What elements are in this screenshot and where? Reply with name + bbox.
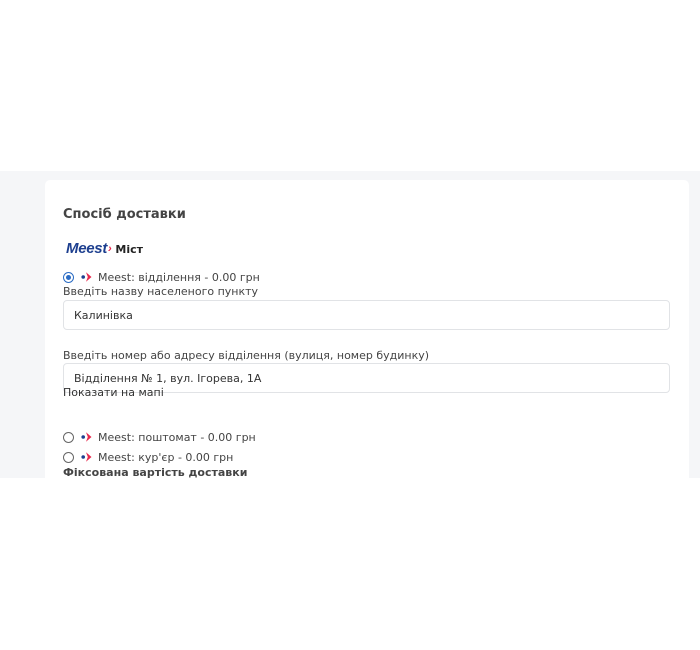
branch-label: Введіть номер або адресу відділення (вул… [63, 349, 430, 362]
radio-branch[interactable] [63, 271, 74, 283]
meest-logo-mark: › [108, 243, 112, 255]
show-on-map-link[interactable]: Показати на мапі [63, 386, 164, 399]
option-branch-label: Meest: відділення - 0.00 грн [98, 270, 260, 284]
option-courier[interactable]: Meest: кур'єр - 0.00 грн [63, 450, 233, 464]
carrier-brand: Meest› Міст [66, 241, 143, 257]
meest-chevron-icon [81, 452, 92, 462]
section-title: Спосіб доставки [63, 207, 186, 222]
fixed-cost-note: Фіксована вартість доставки [63, 466, 248, 478]
option-branch[interactable]: Meest: відділення - 0.00 грн [63, 270, 260, 284]
radio-parcel-locker[interactable] [63, 431, 74, 443]
option-parcel-locker-label: Meest: поштомат - 0.00 грн [98, 430, 256, 444]
meest-chevron-icon [81, 272, 92, 282]
carrier-name: Міст [115, 242, 144, 256]
meest-chevron-icon [81, 432, 92, 442]
city-label: Введіть назву населеного пункту [63, 285, 259, 298]
content-band: Спосіб доставки Meest› Міст Meest: відді… [0, 171, 700, 478]
radio-courier[interactable] [63, 451, 74, 463]
meest-logo: Meest› [66, 240, 112, 257]
option-courier-label: Meest: кур'єр - 0.00 грн [98, 450, 234, 464]
meest-logo-text: Meest [66, 240, 108, 257]
delivery-card: Спосіб доставки Meest› Міст Meest: відді… [45, 180, 689, 478]
city-input[interactable] [63, 300, 670, 330]
option-parcel-locker[interactable]: Meest: поштомат - 0.00 грн [63, 430, 256, 444]
